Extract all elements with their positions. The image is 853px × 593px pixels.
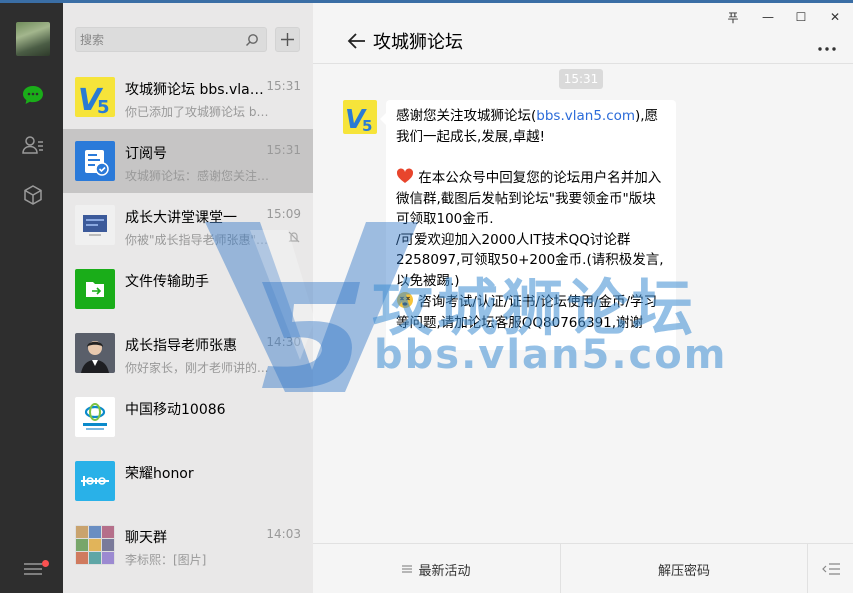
subscription-icon	[75, 141, 115, 181]
search-icon[interactable]	[245, 33, 259, 47]
message-spacer	[396, 147, 664, 167]
forum-link[interactable]: bbs.vlan5.com	[536, 108, 635, 124]
nav-bar	[0, 3, 63, 593]
chat-name: 攻城狮论坛 bbs.vlan5.com	[125, 82, 265, 98]
plus-icon	[281, 33, 294, 46]
person-photo-avatar	[75, 333, 115, 373]
chat-item-teacher[interactable]: 成长指导老师张惠 14:30 你好家长，刚才老师讲的...	[63, 321, 313, 385]
chat-item-honor[interactable]: 荣耀honor	[63, 449, 313, 513]
message-para-4: 咨询考试/认证/证书/论坛使用/金币/学习等问题,请加论坛客服QQ8076639…	[396, 291, 664, 333]
chat-item-file-transfer[interactable]: 文件传输助手	[63, 257, 313, 321]
heart-emoji-icon	[396, 168, 414, 183]
v5-logo-avatar: V5	[75, 77, 115, 117]
collection-cube-icon[interactable]	[20, 182, 46, 208]
sender-avatar[interactable]: V5	[343, 100, 377, 134]
chat-preview: 你好家长，刚才老师讲的...	[125, 361, 269, 375]
menu-icon[interactable]	[23, 561, 43, 577]
chat-preview: 你被"成长指导老师张惠"移出群聊	[125, 233, 275, 247]
message-text: 咨询考试/认证/证书/论坛使用/金币/学习等问题,请加论坛客服QQ8076639…	[396, 294, 658, 331]
chat-time: 14:03	[266, 527, 301, 541]
chat-item-subscriptions[interactable]: 订阅号 15:31 攻城狮论坛：感谢您关注攻城狮论坛	[63, 129, 313, 193]
chat-name: 成长大讲堂课堂一	[125, 210, 237, 226]
menu-label: 最新活动	[418, 563, 471, 579]
chat-time: 15:09	[266, 207, 301, 221]
chat-name: 荣耀honor	[125, 466, 194, 482]
search-input[interactable]	[80, 31, 240, 49]
contacts-icon[interactable]	[20, 132, 46, 158]
honor-logo	[75, 461, 115, 501]
message-timestamp: 15:31	[559, 69, 603, 89]
chat-name: 订阅号	[125, 146, 167, 162]
message-line-1: 感谢您关注攻城狮论坛(bbs.vlan5.com),愿我们一起成长,发展,卓越!	[396, 106, 664, 147]
chat-item-group[interactable]: 聊天群 14:03 李标熙：[图片]	[63, 513, 313, 577]
header-divider	[313, 63, 853, 64]
more-options-icon[interactable]	[817, 41, 837, 51]
search-box[interactable]	[75, 27, 267, 52]
chat-name: 中国移动10086	[125, 402, 226, 418]
conversation-title: 攻城狮论坛	[373, 32, 463, 53]
minimize-button[interactable]: —	[753, 7, 783, 27]
message-para-3: /可爱欢迎加入2000人IT技术QQ讨论群2258097,可领取50+200金币…	[396, 231, 664, 289]
svg-text:5: 5	[97, 97, 110, 117]
message-para-2: 在本公众号中回复您的论坛用户名并加入微信群,截图后发帖到论坛"我要领金币"版块可…	[396, 167, 664, 230]
group-collage-avatar	[75, 525, 115, 565]
conversation-panel: 푸 — ☐ ✕ 攻城狮论坛 15:31 V5 感谢您关注攻城狮论坛(bbs.vl…	[313, 3, 853, 593]
chat-preview: 李标熙：[图片]	[125, 553, 207, 567]
chat-item-china-mobile[interactable]: 中国移动10086	[63, 385, 313, 449]
message-text: 在本公众号中回复您的论坛用户名并加入微信群,截图后发帖到论坛"我要领金币"版块可…	[396, 170, 662, 227]
add-button[interactable]	[275, 27, 300, 52]
menu-unzip-password[interactable]: 解压密码	[561, 544, 807, 593]
chat-name: 文件传输助手	[125, 274, 209, 290]
chat-time: 15:31	[266, 79, 301, 93]
close-button[interactable]: ✕	[820, 7, 850, 27]
pin-button[interactable]: 푸	[718, 7, 748, 27]
chat-preview: 你已添加了攻城狮论坛 bbs.vlan5.com	[125, 105, 275, 119]
menu-label: 解压密码	[657, 563, 710, 579]
message-bubble: 感谢您关注攻城狮论坛(bbs.vlan5.com),愿我们一起成长,发展,卓越!…	[386, 100, 676, 350]
bottom-menu-bar: 最新活动 解压密码	[313, 543, 853, 593]
chat-time: 14:30	[266, 335, 301, 349]
collapse-menu-icon	[821, 563, 840, 575]
chat-icon[interactable]	[20, 82, 46, 108]
notification-dot	[42, 560, 49, 567]
chat-preview: 攻城狮论坛：感谢您关注攻城狮论坛	[125, 169, 275, 183]
chat-name: 成长指导老师张惠	[125, 338, 237, 354]
file-transfer-icon	[75, 269, 115, 309]
chat-time: 15:31	[266, 143, 301, 157]
message-text: 感谢您关注攻城狮论坛(	[396, 108, 537, 124]
maximize-button[interactable]: ☐	[786, 7, 816, 27]
chat-item-growth-lecture[interactable]: 成长大讲堂课堂一 15:09 你被"成长指导老师张惠"移出群聊	[63, 193, 313, 257]
dizzy-face-emoji-icon	[397, 292, 413, 308]
china-mobile-logo	[75, 397, 115, 437]
chat-list-panel: V5 攻城狮论坛 bbs.vlan5.com 15:31 你已添加了攻城狮论坛 …	[63, 3, 313, 593]
chat-item-vlan5[interactable]: V5 攻城狮论坛 bbs.vlan5.com 15:31 你已添加了攻城狮论坛 …	[63, 65, 313, 129]
menu-latest-activity[interactable]: 最新活动	[313, 544, 560, 593]
keyboard-toggle-button[interactable]	[808, 544, 853, 593]
back-arrow-icon[interactable]	[347, 31, 367, 51]
svg-text:5: 5	[362, 117, 372, 134]
group-thumb-avatar	[75, 205, 115, 245]
list-icon	[402, 565, 413, 573]
chat-name: 聊天群	[125, 530, 167, 546]
user-avatar[interactable]	[16, 22, 50, 56]
mute-bell-icon	[287, 230, 301, 244]
